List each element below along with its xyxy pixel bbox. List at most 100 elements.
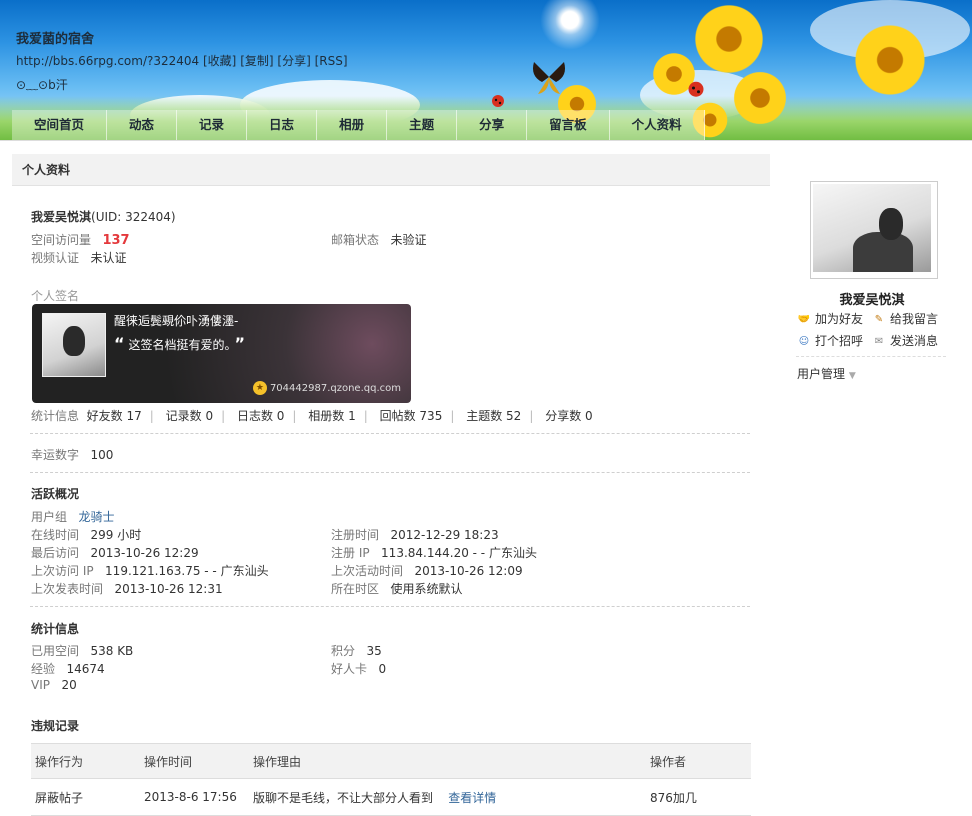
stat-records[interactable]: 记录数 0 <box>166 409 213 423</box>
goodcard-label: 好人卡 <box>331 662 368 676</box>
email-label: 邮箱状态 <box>331 233 380 247</box>
points-row: 积分 35 <box>331 642 382 659</box>
points-value: 35 <box>366 644 382 658</box>
nav-item-home[interactable]: 空间首页 <box>12 110 108 140</box>
table-row: 屏蔽帖子 2013-8-6 17:56 版聊不是毛线，不让大部分人看到 查看详情… <box>31 778 751 816</box>
nav-item-album[interactable]: 相册 <box>317 110 388 140</box>
divider: | <box>149 409 154 423</box>
last-ip-label: 上次访问 IP <box>31 564 94 578</box>
last-post-row: 上次发表时间 2013-10-26 12:31 <box>31 580 223 597</box>
cell-time: 2013-8-6 17:56 <box>140 778 249 816</box>
stat-replies[interactable]: 回帖数 735 <box>380 409 443 423</box>
signature-url: ★ 704442987.qzone.qq.com <box>252 381 401 395</box>
ladybug-icon <box>492 95 504 107</box>
online-label: 在线时间 <box>31 528 80 542</box>
leave-message-button[interactable]: ✎ 给我留言 <box>872 310 938 327</box>
nav-item-guestbook[interactable]: 留言板 <box>527 110 610 140</box>
online-value: 299 小时 <box>90 528 142 542</box>
last-active-label: 上次活动时间 <box>331 564 404 578</box>
user-manage-dropdown[interactable]: 用户管理 ▼ <box>797 365 856 382</box>
timezone-row: 所在时区 使用系统默认 <box>331 580 462 597</box>
signature-avatar-face <box>63 326 85 356</box>
cell-action: 屏蔽帖子 <box>31 778 140 816</box>
share-link[interactable]: [分享] <box>277 54 310 68</box>
profile-name-row: 我爱吴悦淇(UID: 322404) <box>31 208 176 225</box>
site-title[interactable]: 我爱菌的宿舍 <box>16 28 94 47</box>
divider: | <box>450 409 455 423</box>
flower-decoration <box>730 68 790 128</box>
stat-topics[interactable]: 主题数 52 <box>466 409 521 423</box>
register-ip-value: 113.84.144.20 - - 广东汕头 <box>381 546 537 560</box>
stat-blogs[interactable]: 日志数 0 <box>237 409 284 423</box>
exp-value: 14674 <box>66 662 105 676</box>
cell-reason: 版聊不是毛线，不让大部分人看到 查看详情 <box>249 778 646 816</box>
lucky-value: 100 <box>90 448 114 462</box>
last-ip-row: 上次访问 IP 119.121.163.75 - - 广东汕头 <box>31 562 269 579</box>
favorite-link[interactable]: [收藏] <box>203 54 236 68</box>
nav-item-topics[interactable]: 主题 <box>387 110 458 140</box>
cell-operator: 876加几 <box>646 778 751 816</box>
divider <box>30 606 750 607</box>
nav-item-share[interactable]: 分享 <box>457 110 528 140</box>
vip-row: VIP 20 <box>31 678 77 692</box>
copy-link[interactable]: [复制] <box>240 54 273 68</box>
site-url[interactable]: http://bbs.66rpg.com/?322404 <box>16 54 199 68</box>
usergroup-label: 用户组 <box>31 510 68 524</box>
violations-table: 操作行为 操作时间 操作理由 操作者 屏蔽帖子 2013-8-6 17:56 版… <box>31 743 751 816</box>
divider <box>796 356 946 357</box>
user-wave-icon: ☺ <box>798 335 810 347</box>
site-links: http://bbs.66rpg.com/?322404 [收藏] [复制] [… <box>16 52 348 69</box>
add-friend-button[interactable]: 🤝 加为好友 <box>797 310 863 327</box>
visits-row: 空间访问量 137 <box>31 231 130 248</box>
signature-url-text: 704442987.qzone.qq.com <box>269 383 401 394</box>
register-row: 注册时间 2012-12-29 18:23 <box>331 526 499 543</box>
handshake-icon: 🤝 <box>797 313 811 325</box>
greet-button[interactable]: ☺ 打个招呼 <box>797 332 863 349</box>
stats-row: 统计信息 好友数 17 | 记录数 0 | 日志数 0 | 相册数 1 | 回帖数 73… <box>31 407 593 424</box>
stat-shares[interactable]: 分享数 0 <box>545 409 592 423</box>
stat-friends[interactable]: 好友数 17 <box>87 409 142 423</box>
quote-open-icon: “ <box>114 334 125 353</box>
qzone-star-icon: ★ <box>252 381 267 395</box>
rss-link[interactable]: [RSS] <box>315 54 348 68</box>
register-ip-label: 注册 IP <box>331 546 370 560</box>
divider: | <box>221 409 226 423</box>
goodcard-row: 好人卡 0 <box>331 660 386 677</box>
goodcard-value: 0 <box>378 662 387 676</box>
video-label: 视频认证 <box>31 251 80 265</box>
signature-text: “这签名档挺有爱的。” <box>114 334 245 353</box>
space-row: 已用空间 538 KB <box>31 642 133 659</box>
profile-avatar[interactable] <box>810 181 938 279</box>
violations-title: 违规记录 <box>31 719 80 733</box>
stat-albums[interactable]: 相册数 1 <box>308 409 355 423</box>
ladybug-icon <box>688 81 704 97</box>
activity-title: 活跃概况 <box>31 487 80 501</box>
view-detail-link[interactable]: 查看详情 <box>448 791 496 805</box>
email-value: 未验证 <box>390 233 427 247</box>
send-message-button[interactable]: ✉ 发送消息 <box>872 332 938 349</box>
last-ip-value: 119.121.163.75 - - 广东汕头 <box>105 564 269 578</box>
nav-item-records[interactable]: 记录 <box>177 110 248 140</box>
points-label: 积分 <box>331 644 356 658</box>
column-header-operator: 操作者 <box>646 743 751 779</box>
divider: | <box>529 409 534 423</box>
last-post-label: 上次发表时间 <box>31 582 104 596</box>
timezone-value: 使用系统默认 <box>390 582 463 596</box>
quote-close-icon: ” <box>234 334 246 353</box>
signature-avatar <box>42 313 106 377</box>
divider <box>30 472 750 473</box>
usergroup-link[interactable]: 龙骑士 <box>78 510 114 524</box>
divider <box>30 433 750 434</box>
leave-message-label: 给我留言 <box>890 312 939 326</box>
sidebar-name[interactable]: 我爱吴悦淇 <box>810 289 934 308</box>
usergroup-row: 用户组 龙骑士 <box>31 508 114 525</box>
nav-item-blog[interactable]: 日志 <box>247 110 318 140</box>
signature-name: 醒徕逅鬓覡伱卟湧僂濹- <box>114 314 239 328</box>
profile-name: 我爱吴悦淇 <box>31 210 92 224</box>
nav-item-profile[interactable]: 个人资料 <box>609 110 705 140</box>
column-header-time: 操作时间 <box>140 743 249 779</box>
nav-item-feed[interactable]: 动态 <box>107 110 178 140</box>
last-post-value: 2013-10-26 12:31 <box>114 582 223 596</box>
send-message-label: 发送消息 <box>890 334 939 348</box>
main-nav: 空间首页 动态 记录 日志 相册 主题 分享 留言板 个人资料 <box>12 110 705 140</box>
